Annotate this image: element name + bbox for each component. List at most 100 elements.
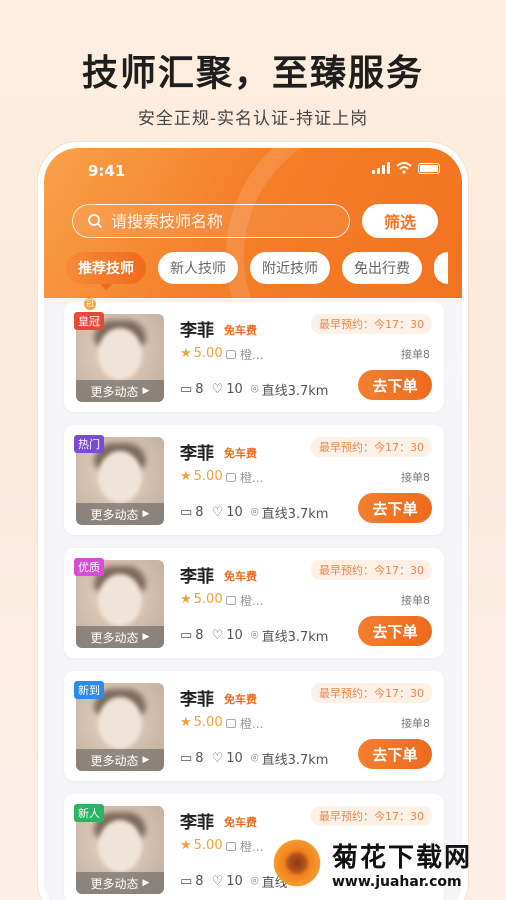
tab-recommended[interactable]: 推荐技师: [66, 252, 146, 290]
stats-row: ▭ 8 ♡ 10 ⌾ 直线3.7km: [180, 749, 328, 768]
location-icon: ⌾: [250, 628, 259, 643]
technician-card[interactable]: 冠 皇冠 更多动态 ▶ 李菲 免车费 最早预约：今17：30 ★ 5.00 橙...…: [64, 298, 444, 412]
tab-nearby[interactable]: 附近技师: [250, 252, 330, 284]
status-badge: 热门: [74, 435, 104, 453]
play-icon: ▶: [142, 755, 150, 765]
comment-count: 8: [195, 382, 204, 397]
comment-count: 8: [195, 751, 204, 766]
technician-card[interactable]: 优质 更多动态 ▶ 李菲 免车费 最早预约：今17：30 ★ 5.00 橙... 接…: [64, 548, 444, 658]
play-icon: ▶: [142, 878, 150, 888]
heart-icon: ♡: [211, 751, 224, 766]
shop-name: 橙...: [240, 717, 264, 731]
more-updates-button[interactable]: 更多动态 ▶: [76, 503, 164, 525]
like-count: 10: [226, 874, 243, 889]
stats-row: ▭ 8 ♡ 10 ⌾ 直线3.7km: [180, 380, 328, 399]
rating: ★ 5.00: [180, 469, 223, 484]
status-icons: [372, 162, 440, 174]
promo-title: 技师汇聚，至臻服务: [81, 53, 424, 94]
like-count: 10: [226, 628, 243, 643]
rating-value: 5.00: [193, 346, 223, 361]
more-updates-button[interactable]: 更多动态 ▶: [76, 380, 164, 402]
tab-new[interactable]: 新人技师: [158, 252, 238, 284]
more-updates-label: 更多动态: [90, 753, 139, 768]
battery-icon: [418, 162, 440, 174]
more-updates-button[interactable]: 更多动态 ▶: [76, 872, 164, 894]
place-order-button[interactable]: 去下单: [358, 616, 432, 646]
place-order-button[interactable]: 去下单: [358, 493, 432, 523]
earliest-booking: 最早预约：今17：30: [311, 560, 432, 580]
rating: ★ 5.00: [180, 838, 223, 853]
star-icon: ★: [180, 346, 192, 361]
order-count: 接单8: [401, 717, 430, 730]
wifi-icon: [396, 162, 412, 174]
shop-info: 橙...: [226, 715, 263, 732]
star-icon: ★: [180, 715, 192, 730]
more-updates-label: 更多动态: [90, 630, 139, 645]
heart-icon: ♡: [211, 874, 224, 889]
status-badge: 新到: [74, 681, 104, 699]
play-icon: ▶: [142, 386, 150, 396]
more-updates-button[interactable]: 更多动态 ▶: [76, 749, 164, 771]
rating-value: 5.00: [193, 838, 223, 853]
free-fee-tag: 免车费: [224, 447, 257, 460]
location-icon: ⌾: [250, 751, 259, 766]
status-badge: 皇冠: [74, 312, 104, 330]
distance: 直线3.7km: [261, 507, 329, 522]
search-input[interactable]: [111, 211, 321, 231]
shop-icon: [226, 473, 236, 482]
technician-name: 李菲: [180, 444, 214, 464]
flower-logo-icon: [270, 836, 324, 890]
promo-subtitle: 安全正规-实名认证-持证上岗: [137, 109, 369, 129]
star-icon: ★: [180, 838, 192, 853]
stats-row: ▭ 8 ♡ 10 ⌾ 直线3.7km: [180, 503, 328, 522]
status-time: 9:41: [88, 162, 126, 180]
rating-value: 5.00: [193, 592, 223, 607]
place-order-button[interactable]: 去下单: [358, 370, 432, 400]
shop-icon: [226, 596, 236, 605]
rating: ★ 5.00: [180, 346, 223, 361]
shop-icon: [226, 842, 236, 851]
like-count: 10: [226, 382, 243, 397]
heart-icon: ♡: [211, 382, 224, 397]
category-tabs: 推荐技师 新人技师 附近技师 免出行费: [66, 252, 448, 290]
app-screen: 9:41 筛选 推荐技师 新人技师 附近技师 免出行费: [44, 148, 462, 900]
tab-overflow: [434, 252, 448, 284]
distance: 直线3.7km: [261, 384, 329, 399]
location-icon: ⌾: [250, 505, 259, 520]
shop-icon: [226, 719, 236, 728]
order-count: 接单8: [401, 471, 430, 484]
search-box[interactable]: [72, 204, 350, 238]
more-updates-button[interactable]: 更多动态 ▶: [76, 626, 164, 648]
more-updates-label: 更多动态: [90, 384, 139, 399]
shop-name: 橙...: [240, 348, 264, 362]
tab-free-travel[interactable]: 免出行费: [342, 252, 422, 284]
technician-card[interactable]: 热门 更多动态 ▶ 李菲 免车费 最早预约：今17：30 ★ 5.00 橙... 接…: [64, 425, 444, 535]
star-icon: ★: [180, 469, 192, 484]
place-order-button[interactable]: 去下单: [358, 739, 432, 769]
location-icon: ⌾: [250, 874, 259, 889]
rating: ★ 5.00: [180, 592, 223, 607]
watermark-brand: 菊花下载网: [332, 842, 473, 873]
shop-name: 橙...: [240, 594, 264, 608]
more-updates-label: 更多动态: [90, 507, 139, 522]
watermark: 菊花下载网 www.juahar.com: [270, 836, 472, 890]
shop-info: 橙...: [226, 469, 263, 486]
heart-icon: ♡: [211, 628, 224, 643]
like-count: 10: [226, 751, 243, 766]
comment-icon: ▭: [180, 505, 193, 520]
comment-icon: ▭: [180, 751, 193, 766]
shop-info: 橙...: [226, 346, 263, 363]
free-fee-tag: 免车费: [224, 324, 257, 337]
status-badge: 新人: [74, 804, 104, 822]
more-updates-label: 更多动态: [90, 876, 139, 891]
free-fee-tag: 免车费: [224, 570, 257, 583]
filter-button[interactable]: 筛选: [362, 204, 438, 238]
free-fee-tag: 免车费: [224, 816, 257, 829]
comment-icon: ▭: [180, 628, 193, 643]
comment-icon: ▭: [180, 874, 193, 889]
technician-card[interactable]: 新到 更多动态 ▶ 李菲 免车费 最早预约：今17：30 ★ 5.00 橙... 接…: [64, 671, 444, 781]
shop-name: 橙...: [240, 840, 264, 854]
rating-value: 5.00: [193, 469, 223, 484]
technician-name: 李菲: [180, 321, 214, 341]
stats-row: ▭ 8 ♡ 10 ⌾ 直线3.7km: [180, 626, 328, 645]
